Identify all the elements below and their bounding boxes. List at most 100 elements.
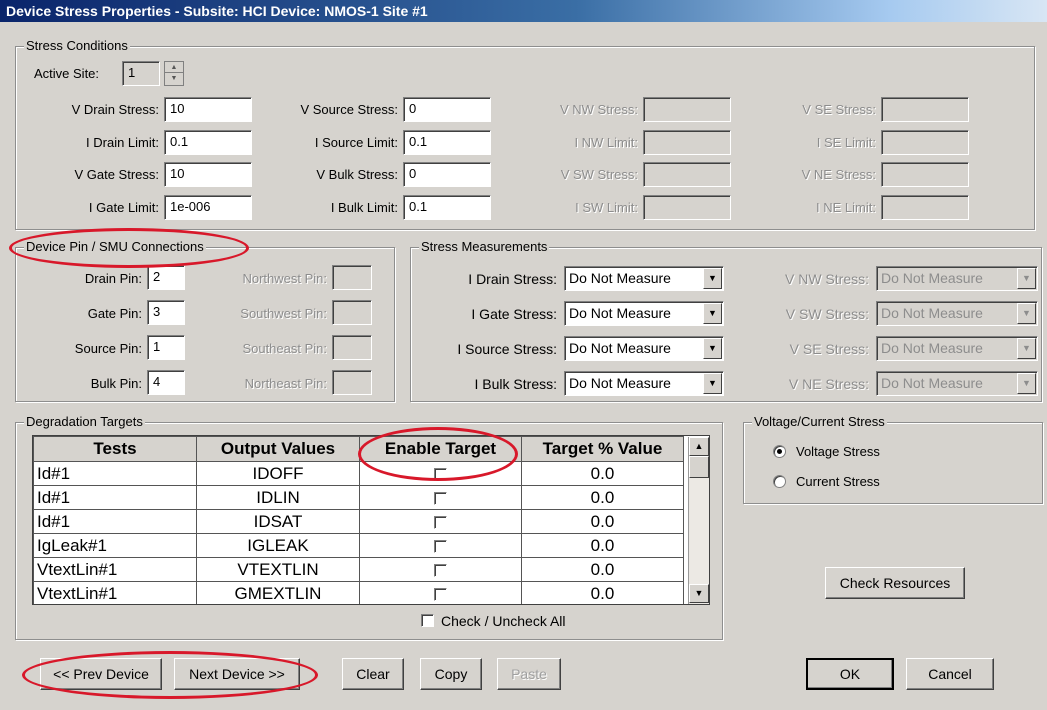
i-nw-limit-field[interactable]: [643, 130, 731, 155]
scroll-down-icon[interactable]: ▼: [689, 584, 709, 603]
ok-button[interactable]: OK: [806, 658, 894, 690]
table-row[interactable]: IgLeak#1 IGLEAK 0.0: [33, 533, 684, 558]
i-source-stress-select[interactable]: Do Not Measure ▼: [564, 336, 724, 361]
chevron-down-icon[interactable]: ▼: [1017, 373, 1036, 394]
check-all-checkbox[interactable]: [421, 614, 434, 627]
table-row[interactable]: VtextLin#1 GMEXTLIN 0.0: [33, 581, 684, 604]
table-row[interactable]: Id#1 IDLIN 0.0: [33, 485, 684, 510]
col-header-target-value[interactable]: Target % Value: [521, 436, 684, 462]
next-device-button[interactable]: Next Device >>: [174, 658, 300, 690]
v-se-stress-field[interactable]: [881, 97, 969, 122]
table-row[interactable]: Id#1 IDSAT 0.0: [33, 509, 684, 534]
source-pin-field[interactable]: 1: [147, 335, 185, 360]
v-se-stress-select[interactable]: Do Not Measure ▼: [876, 336, 1038, 361]
drain-pin-field[interactable]: 2: [147, 265, 185, 290]
cell-target-value[interactable]: 0.0: [521, 509, 684, 534]
v-drain-stress-field[interactable]: 10: [164, 97, 252, 122]
i-gate-limit-field[interactable]: 1e-006: [164, 195, 252, 220]
v-se-stress-select-value: Do Not Measure: [881, 340, 983, 356]
v-ne-stress-label: V NE Stress:: [788, 376, 869, 392]
targets-table: Tests Output Values Enable Target Target…: [33, 436, 684, 604]
cancel-button[interactable]: Cancel: [906, 658, 994, 690]
cell-test: Id#1: [33, 509, 197, 534]
chevron-down-icon[interactable]: ▼: [703, 338, 722, 359]
v-se-stress-label: V SE Stress:: [802, 102, 876, 117]
v-ne-stress-field[interactable]: [881, 162, 969, 187]
current-stress-label: Current Stress: [796, 474, 880, 489]
southwest-pin-field[interactable]: [332, 300, 372, 325]
targets-grid: Tests Output Values Enable Target Target…: [32, 435, 710, 605]
enable-target-checkbox[interactable]: [434, 467, 447, 481]
v-ne-stress-label: V NE Stress:: [801, 167, 876, 182]
chevron-down-icon[interactable]: ▼: [1017, 268, 1036, 289]
v-gate-stress-field[interactable]: 10: [164, 162, 252, 187]
prev-device-button[interactable]: << Prev Device: [40, 658, 162, 690]
i-ne-limit-field[interactable]: [881, 195, 969, 220]
v-source-stress-field[interactable]: 0: [403, 97, 491, 122]
copy-button[interactable]: Copy: [420, 658, 482, 690]
northeast-pin-field[interactable]: [332, 370, 372, 395]
chevron-down-icon[interactable]: ▼: [703, 373, 722, 394]
i-sw-limit-field[interactable]: [643, 195, 731, 220]
cell-enable-target: [359, 485, 522, 510]
i-bulk-limit-field[interactable]: 0.1: [403, 195, 491, 220]
clear-button[interactable]: Clear: [342, 658, 404, 690]
v-sw-stress-select[interactable]: Do Not Measure ▼: [876, 301, 1038, 326]
col-header-enable-target[interactable]: Enable Target: [359, 436, 522, 462]
scroll-up-icon[interactable]: ▲: [689, 437, 709, 456]
current-stress-radio[interactable]: [773, 475, 786, 488]
i-source-limit-label: I Source Limit:: [314, 135, 398, 150]
i-se-limit-field[interactable]: [881, 130, 969, 155]
active-site-field[interactable]: 1: [122, 61, 160, 86]
i-gate-stress-select[interactable]: Do Not Measure ▼: [564, 301, 724, 326]
cell-test: VtextLin#1: [33, 581, 197, 604]
table-row[interactable]: Id#1 IDOFF 0.0: [33, 461, 684, 486]
enable-target-checkbox[interactable]: [434, 515, 447, 529]
i-drain-limit-field[interactable]: 0.1: [164, 130, 252, 155]
spin-up-icon[interactable]: ▲: [165, 62, 183, 73]
check-resources-button[interactable]: Check Resources: [825, 567, 965, 599]
cell-target-value[interactable]: 0.0: [521, 581, 684, 604]
i-source-limit-field[interactable]: 0.1: [403, 130, 491, 155]
i-source-stress-select-value: Do Not Measure: [569, 340, 671, 356]
enable-target-checkbox[interactable]: [434, 563, 447, 577]
enable-target-checkbox[interactable]: [434, 539, 447, 553]
i-drain-stress-select[interactable]: Do Not Measure ▼: [564, 266, 724, 291]
voltage-current-legend: Voltage/Current Stress: [752, 414, 887, 430]
chevron-down-icon[interactable]: ▼: [703, 303, 722, 324]
v-ne-stress-select[interactable]: Do Not Measure ▼: [876, 371, 1038, 396]
gate-pin-field[interactable]: 3: [147, 300, 185, 325]
cell-target-value[interactable]: 0.0: [521, 557, 684, 582]
cell-target-value[interactable]: 0.0: [521, 533, 684, 558]
paste-button[interactable]: Paste: [497, 658, 561, 690]
pin-connections-legend: Device Pin / SMU Connections: [24, 239, 206, 255]
voltage-stress-radio[interactable]: [773, 445, 786, 458]
southeast-pin-field[interactable]: [332, 335, 372, 360]
cell-output-value: IDSAT: [196, 509, 360, 534]
active-site-spinner[interactable]: ▲ ▼: [164, 61, 184, 86]
chevron-down-icon[interactable]: ▼: [703, 268, 722, 289]
chevron-down-icon[interactable]: ▼: [1017, 303, 1036, 324]
cell-target-value[interactable]: 0.0: [521, 485, 684, 510]
col-header-tests[interactable]: Tests: [33, 436, 197, 462]
i-drain-stress-label: I Drain Stress:: [468, 271, 557, 287]
v-se-stress-label: V SE Stress:: [789, 341, 869, 357]
chevron-down-icon[interactable]: ▼: [1017, 338, 1036, 359]
northwest-pin-field[interactable]: [332, 265, 372, 290]
v-sw-stress-field[interactable]: [643, 162, 731, 187]
v-sw-stress-select-value: Do Not Measure: [881, 305, 983, 321]
table-row[interactable]: VtextLin#1 VTEXTLIN 0.0: [33, 557, 684, 582]
scroll-thumb[interactable]: [689, 456, 709, 478]
i-bulk-stress-select[interactable]: Do Not Measure ▼: [564, 371, 724, 396]
v-bulk-stress-field[interactable]: 0: [403, 162, 491, 187]
v-nw-stress-select[interactable]: Do Not Measure ▼: [876, 266, 1038, 291]
spin-down-icon[interactable]: ▼: [165, 73, 183, 84]
bulk-pin-field[interactable]: 4: [147, 370, 185, 395]
col-header-output-values[interactable]: Output Values: [196, 436, 360, 462]
enable-target-checkbox[interactable]: [434, 587, 447, 601]
targets-scrollbar[interactable]: ▲ ▼: [688, 437, 709, 604]
v-nw-stress-field[interactable]: [643, 97, 731, 122]
v-ne-stress-select-value: Do Not Measure: [881, 375, 983, 391]
cell-target-value[interactable]: 0.0: [521, 461, 684, 486]
enable-target-checkbox[interactable]: [434, 491, 447, 505]
